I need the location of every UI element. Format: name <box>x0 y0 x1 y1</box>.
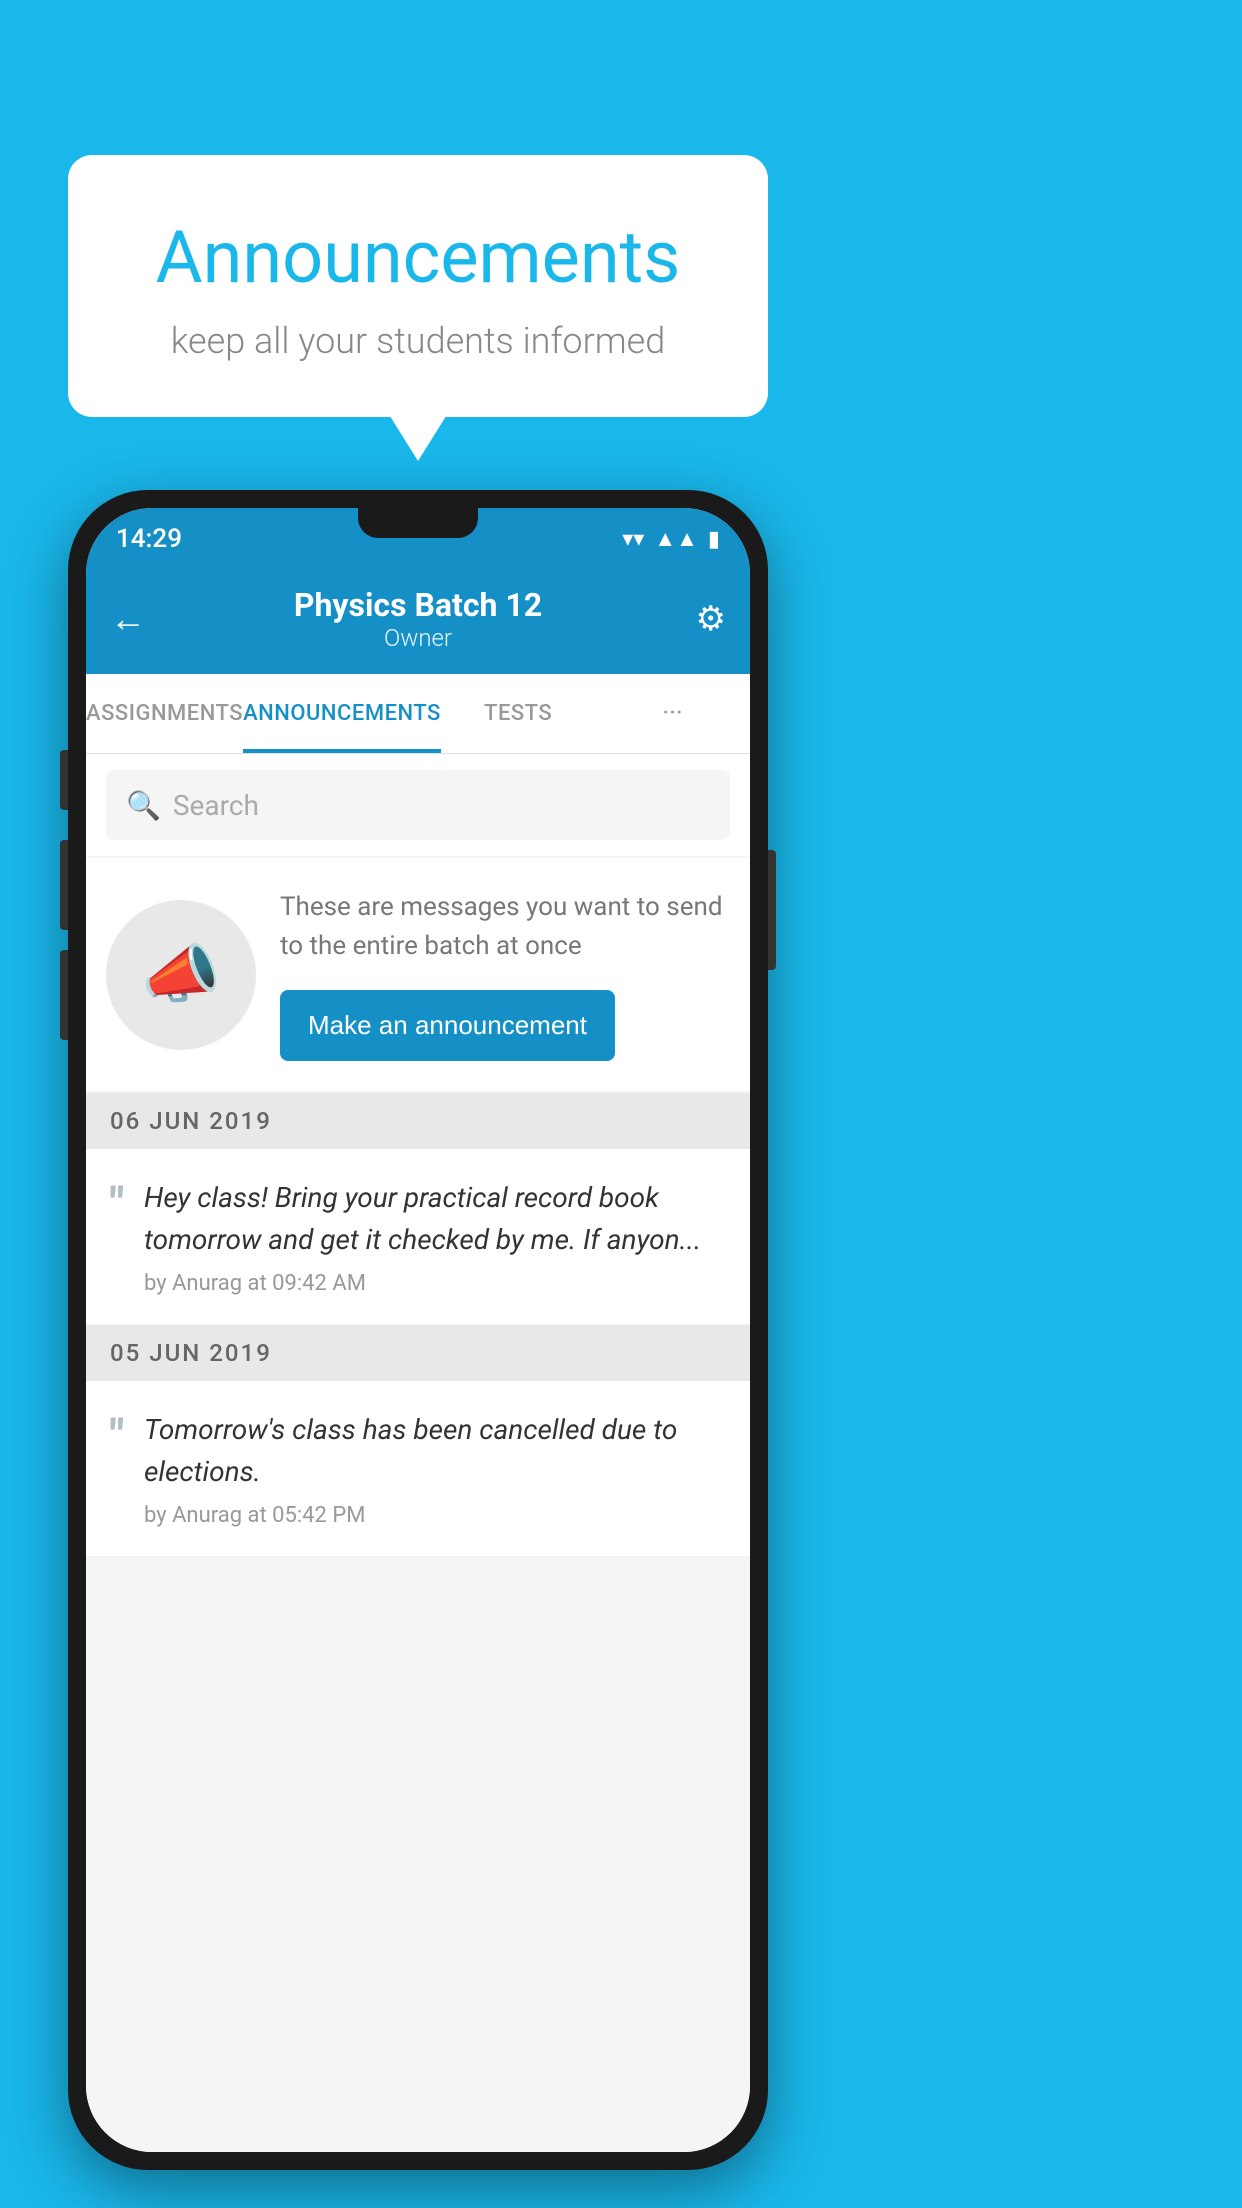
phone-volume-down-btn <box>60 840 68 930</box>
promo-icon-circle: 📣 <box>106 900 256 1050</box>
status-icons: ▾▾ ▲▲ ▮ <box>622 526 720 552</box>
app-header: ← Physics Batch 12 Owner ⚙ <box>86 564 750 674</box>
date-separator-2: 05 JUN 2019 <box>86 1325 750 1381</box>
announcement-text-2: Tomorrow's class has been cancelled due … <box>144 1409 726 1493</box>
search-placeholder: Search <box>173 789 259 822</box>
quote-icon-1: " <box>110 1181 124 1225</box>
status-time: 14:29 <box>116 524 182 554</box>
promo-description: These are messages you want to send to t… <box>280 888 730 966</box>
speech-bubble: Announcements keep all your students inf… <box>68 155 768 417</box>
phone-screen: 14:29 ▾▾ ▲▲ ▮ ← Physics Batch 12 Owner ⚙… <box>86 508 750 2152</box>
search-bar[interactable]: 🔍 Search <box>106 770 730 840</box>
date-separator-1: 06 JUN 2019 <box>86 1093 750 1149</box>
phone-power-btn <box>768 850 776 970</box>
megaphone-icon: 📣 <box>141 937 221 1012</box>
back-button[interactable]: ← <box>110 598 146 640</box>
settings-icon[interactable]: ⚙ <box>696 599 726 639</box>
tab-announcements[interactable]: ANNOUNCEMENTS <box>243 674 441 753</box>
search-icon: 🔍 <box>126 789 161 822</box>
tabs-bar: ASSIGNMENTS ANNOUNCEMENTS TESTS ··· <box>86 674 750 754</box>
tab-tests[interactable]: TESTS <box>441 674 596 753</box>
announcement-content-2: Tomorrow's class has been cancelled due … <box>144 1409 726 1528</box>
header-title: Physics Batch 12 <box>294 586 542 624</box>
speech-bubble-container: Announcements keep all your students inf… <box>68 155 768 417</box>
battery-icon: ▮ <box>708 527 720 552</box>
announcement-meta-1: by Anurag at 09:42 AM <box>144 1271 726 1296</box>
search-container: 🔍 Search <box>86 754 750 856</box>
header-subtitle: Owner <box>294 624 542 652</box>
announcement-text-1: Hey class! Bring your practical record b… <box>144 1177 726 1261</box>
phone-silent-btn <box>60 950 68 1040</box>
make-announcement-button[interactable]: Make an announcement <box>280 990 615 1061</box>
announcement-item-2: " Tomorrow's class has been cancelled du… <box>86 1381 750 1557</box>
promo-text-area: These are messages you want to send to t… <box>280 888 730 1061</box>
phone-notch <box>358 508 478 538</box>
tab-more[interactable]: ··· <box>595 674 750 753</box>
phone-frame: 14:29 ▾▾ ▲▲ ▮ ← Physics Batch 12 Owner ⚙… <box>68 490 768 2170</box>
tab-assignments[interactable]: ASSIGNMENTS <box>86 674 243 753</box>
announcement-meta-2: by Anurag at 05:42 PM <box>144 1503 726 1528</box>
signal-icon: ▲▲ <box>654 526 698 552</box>
announcement-content-1: Hey class! Bring your practical record b… <box>144 1177 726 1296</box>
bubble-subtitle: keep all your students informed <box>118 320 718 362</box>
phone-volume-up-btn <box>60 750 68 810</box>
content-area: 🔍 Search 📣 These are messages you want t… <box>86 754 750 2152</box>
wifi-icon: ▾▾ <box>622 527 644 552</box>
announcement-item-1: " Hey class! Bring your practical record… <box>86 1149 750 1325</box>
promo-card: 📣 These are messages you want to send to… <box>86 858 750 1091</box>
bubble-title: Announcements <box>118 215 718 300</box>
header-title-group: Physics Batch 12 Owner <box>294 586 542 652</box>
quote-icon-2: " <box>110 1413 124 1457</box>
